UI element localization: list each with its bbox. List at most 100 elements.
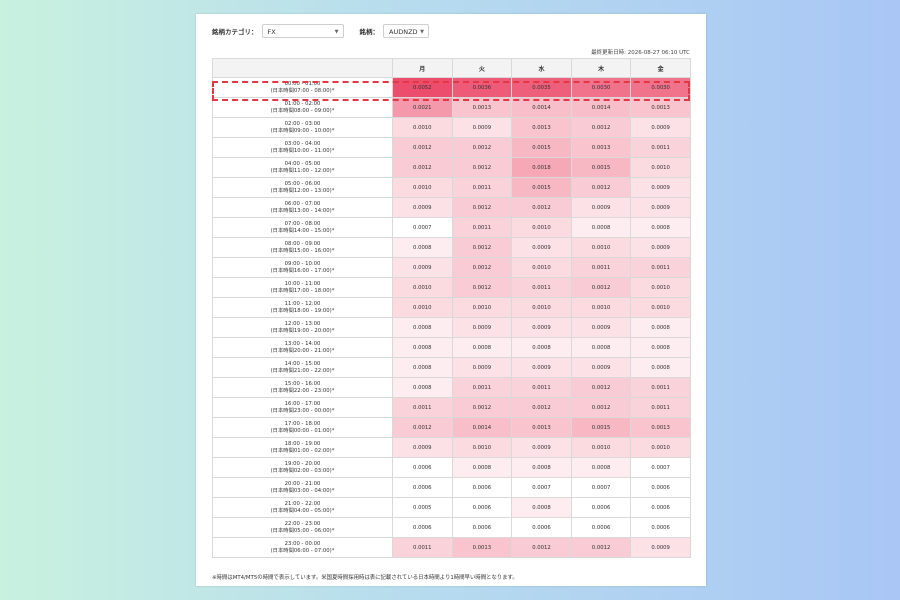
time-range: 06:00 - 07:00: [284, 200, 321, 207]
time-range: 00:00 - 01:00: [284, 80, 321, 87]
chevron-down-icon: ▼: [420, 29, 424, 35]
spread-cell: 0.0010: [451, 437, 513, 458]
header-mon: 月: [392, 58, 453, 78]
time-cell: 21:00 - 22:00 (日本時間04:00 - 05:00)*: [212, 497, 393, 518]
time-cell: 01:00 - 02:00 (日本時間08:00 - 09:00)*: [212, 97, 393, 118]
time-cell: 03:00 - 04:00 (日本時間10:00 - 11:00)*: [212, 137, 393, 158]
time-range-jst: (日本時間17:00 - 18:00)*: [270, 287, 335, 294]
spread-cell: 0.0006: [630, 517, 691, 538]
time-range-jst: (日本時間13:00 - 14:00)*: [270, 207, 335, 214]
spread-cell: 0.0012: [570, 397, 632, 418]
spread-cell: 0.0012: [511, 397, 572, 418]
chevron-down-icon: ▼: [334, 29, 339, 35]
time-cell: 02:00 - 03:00 (日本時間09:00 - 10:00)*: [212, 117, 393, 138]
spread-cell: 0.0010: [511, 257, 572, 278]
time-range: 19:00 - 20:00: [284, 460, 321, 467]
spread-cell: 0.0008: [570, 457, 632, 478]
table-row: 11:00 - 12:00 (日本時間18:00 - 19:00)* 0.0010 0…: [212, 297, 691, 318]
table-row: 05:00 - 06:00 (日本時間12:00 - 13:00)* 0.0010 0…: [212, 177, 691, 198]
time-range: 22:00 - 23:00: [284, 520, 321, 527]
spread-cell: 0.0008: [451, 337, 513, 358]
spread-cell: 0.0009: [630, 177, 691, 198]
spread-cell: 0.0006: [451, 497, 513, 518]
spread-cell: 0.0012: [392, 157, 453, 178]
time-range: 21:00 - 22:00: [284, 500, 321, 507]
symbol-label: 銘柄：: [359, 28, 380, 36]
table-row: 09:00 - 10:00 (日本時間16:00 - 17:00)* 0.0009 0…: [212, 257, 691, 278]
spread-cell: 0.0010: [570, 237, 632, 258]
spread-cell: 0.0008: [392, 357, 453, 378]
time-cell: 12:00 - 13:00 (日本時間19:00 - 20:00)*: [212, 317, 393, 338]
spread-cell: 0.0010: [451, 297, 513, 318]
spread-cell: 0.0011: [630, 257, 691, 278]
spread-cell: 0.0008: [392, 237, 453, 258]
spread-cell: 0.0007: [570, 477, 632, 498]
time-range-jst: (日本時間02:00 - 03:00)*: [270, 467, 335, 474]
spread-cell: 0.0006: [570, 497, 632, 518]
time-range-jst: (日本時間09:00 - 10:00)*: [270, 127, 335, 134]
spread-cell: 0.0010: [511, 297, 572, 318]
time-range: 04:00 - 05:00: [284, 160, 321, 167]
time-range-jst: (日本時間22:00 - 23:00)*: [270, 387, 335, 394]
time-range: 03:00 - 04:00: [284, 140, 321, 147]
spread-cell: 0.0012: [570, 277, 632, 298]
time-range: 07:00 - 08:00: [284, 220, 321, 227]
time-range: 09:00 - 10:00: [284, 260, 321, 267]
time-range-jst: (日本時間10:00 - 11:00)*: [270, 147, 335, 154]
time-range: 23:00 - 00:00: [284, 540, 321, 547]
header-fri: 金: [630, 58, 691, 78]
time-cell: 11:00 - 12:00 (日本時間18:00 - 19:00)*: [212, 297, 393, 318]
time-cell: 04:00 - 05:00 (日本時間11:00 - 12:00)*: [212, 157, 393, 178]
symbol-select[interactable]: AUDNZD ▼: [383, 24, 429, 38]
spread-cell: 0.0010: [570, 437, 632, 458]
spread-cell: 0.0011: [570, 257, 632, 278]
spread-cell: 0.0015: [570, 417, 632, 438]
time-range: 17:00 - 18:00: [284, 420, 321, 427]
spread-cell: 0.0012: [451, 257, 513, 278]
table-row: 15:00 - 16:00 (日本時間22:00 - 23:00)* 0.0008 0…: [212, 377, 691, 398]
table-row: 20:00 - 21:00 (日本時間03:00 - 04:00)* 0.0006 0…: [212, 477, 691, 498]
spread-cell: 0.0012: [451, 157, 513, 178]
category-select[interactable]: FX ▼: [261, 24, 344, 38]
table-row: 10:00 - 11:00 (日本時間17:00 - 18:00)* 0.0010 0…: [212, 277, 691, 298]
spread-cell: 0.0015: [511, 137, 572, 158]
spread-cell: 0.0012: [511, 537, 572, 558]
spread-cell: 0.0008: [511, 337, 572, 358]
spread-cell: 0.0013: [451, 537, 513, 558]
last-updated: 最終更新日時: 2026-08-27 06:10 UTC: [591, 50, 690, 56]
time-cell: 08:00 - 09:00 (日本時間15:00 - 16:00)*: [212, 237, 393, 258]
time-range-jst: (日本時間12:00 - 13:00)*: [270, 187, 335, 194]
spread-cell: 0.0006: [570, 517, 632, 538]
table-row: 17:00 - 18:00 (日本時間00:00 - 01:00)* 0.0012 0…: [212, 417, 691, 438]
spread-cell: 0.0012: [392, 137, 453, 158]
header-thu: 木: [570, 58, 632, 78]
time-range-jst: (日本時間01:00 - 02:00)*: [270, 447, 335, 454]
table-row: 19:00 - 20:00 (日本時間02:00 - 03:00)* 0.0006 0…: [212, 457, 691, 478]
spread-cell: 0.0010: [570, 297, 632, 318]
time-range-jst: (日本時間03:00 - 04:00)*: [270, 487, 335, 494]
time-cell: 09:00 - 10:00 (日本時間16:00 - 17:00)*: [212, 257, 393, 278]
spread-cell: 0.0006: [392, 517, 453, 538]
table-row: 02:00 - 03:00 (日本時間09:00 - 10:00)* 0.0010 0…: [212, 117, 691, 138]
time-range-jst: (日本時間11:00 - 12:00)*: [270, 167, 335, 174]
spread-cell: 0.0007: [392, 217, 453, 238]
table-body: 00:00 - 01:00 (日本時間07:00 - 08:00)* 0.0052 0…: [212, 77, 691, 558]
time-range-jst: (日本時間20:00 - 21:00)*: [270, 347, 335, 354]
table-row: 14:00 - 15:00 (日本時間21:00 - 22:00)* 0.0008 0…: [212, 357, 691, 378]
time-range: 13:00 - 14:00: [284, 340, 321, 347]
spread-cell: 0.0015: [570, 157, 632, 178]
time-range-jst: (日本時間07:00 - 08:00)*: [270, 87, 335, 94]
spread-table: 月 火 水 木 金 00:00 - 01:00 (日本時間07:00 - 08:0…: [212, 58, 691, 558]
spread-cell: 0.0035: [511, 77, 572, 98]
spread-cell: 0.0009: [392, 257, 453, 278]
spread-cell: 0.0012: [451, 397, 513, 418]
spread-cell: 0.0009: [511, 317, 572, 338]
time-cell: 15:00 - 16:00 (日本時間22:00 - 23:00)*: [212, 377, 393, 398]
spread-cell: 0.0008: [570, 337, 632, 358]
spread-cell: 0.0010: [630, 437, 691, 458]
spread-cell: 0.0006: [511, 517, 572, 538]
spread-cell: 0.0010: [392, 277, 453, 298]
spread-cell: 0.0013: [570, 137, 632, 158]
spread-cell: 0.0005: [392, 497, 453, 518]
spread-cell: 0.0011: [451, 217, 513, 238]
